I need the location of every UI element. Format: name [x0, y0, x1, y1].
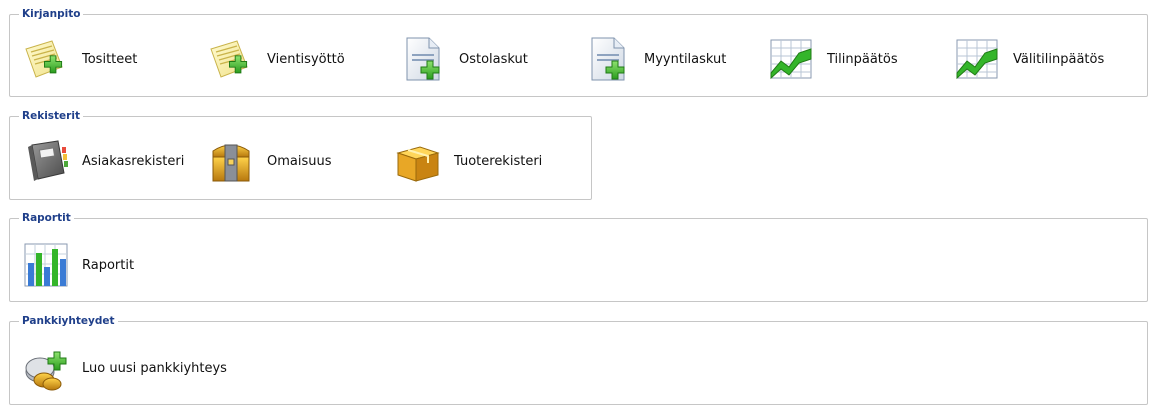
- myyntilaskut-button[interactable]: Myyntilaskut: [584, 35, 726, 83]
- luo-uusi-pankkiyhteys-button[interactable]: Luo uusi pankkiyhteys: [22, 344, 227, 392]
- item-label: Raportit: [82, 257, 135, 273]
- raportit-button[interactable]: Raportit: [22, 241, 134, 289]
- section-kirjanpito: Kirjanpito Tositteet Vientisyöttö Ostola…: [9, 7, 1148, 97]
- section-title: Rekisterit: [19, 109, 83, 123]
- tositteet-button[interactable]: Tositteet: [22, 35, 137, 83]
- vientisyotto-button[interactable]: Vientisyöttö: [207, 35, 345, 83]
- item-label: Omaisuus: [267, 153, 332, 169]
- item-label: Myyntilaskut: [644, 51, 727, 67]
- coins-add-icon: [22, 344, 70, 392]
- section-title: Raportit: [19, 211, 74, 225]
- document-add-icon: [399, 35, 447, 83]
- ostolaskut-button[interactable]: Ostolaskut: [399, 35, 528, 83]
- address-book-icon: [22, 137, 70, 185]
- section-title: Pankkiyhteydet: [19, 314, 118, 328]
- chart-icon: [953, 35, 1001, 83]
- item-label: Välitilinpäätös: [1013, 51, 1105, 67]
- section-rekisterit: Rekisterit Asiakasrekisteri Omaisuus Tuo…: [9, 109, 592, 200]
- valitilinpaatos-button[interactable]: Välitilinpäätös: [953, 35, 1104, 83]
- item-label: Tuoterekisteri: [454, 153, 543, 169]
- tilinpaatos-button[interactable]: Tilinpäätös: [767, 35, 898, 83]
- asiakasrekisteri-button[interactable]: Asiakasrekisteri: [22, 137, 184, 185]
- item-label: Luo uusi pankkiyhteys: [82, 360, 227, 376]
- package-box-icon: [394, 137, 442, 185]
- document-add-icon: [584, 35, 632, 83]
- section-title: Kirjanpito: [19, 7, 84, 21]
- note-add-icon: [22, 35, 70, 83]
- item-label: Asiakasrekisteri: [82, 153, 185, 169]
- chart-icon: [767, 35, 815, 83]
- tuoterekisteri-button[interactable]: Tuoterekisteri: [394, 137, 542, 185]
- item-label: Tositteet: [82, 51, 138, 67]
- item-label: Ostolaskut: [459, 51, 528, 67]
- section-pankkiyhteydet: Pankkiyhteydet Luo uusi pankkiyhteys: [9, 314, 1148, 405]
- item-label: Vientisyöttö: [267, 51, 345, 67]
- item-label: Tilinpäätös: [827, 51, 898, 67]
- treasure-chest-icon: [207, 137, 255, 185]
- section-raportit: Raportit Raportit: [9, 211, 1148, 302]
- omaisuus-button[interactable]: Omaisuus: [207, 137, 332, 185]
- bar-chart-icon: [22, 241, 70, 289]
- note-add-icon: [207, 35, 255, 83]
